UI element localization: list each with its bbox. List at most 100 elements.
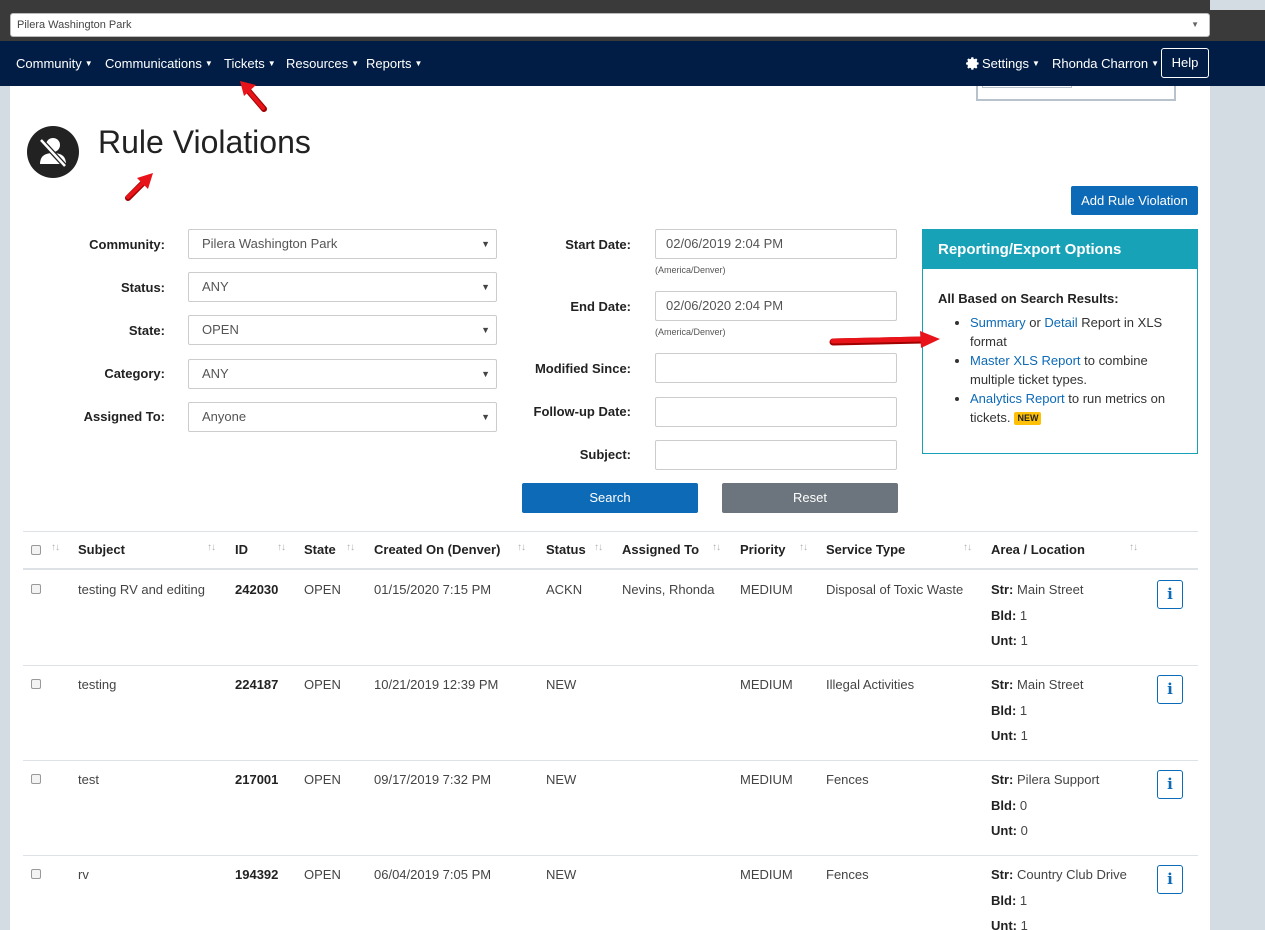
sort-icon[interactable]: ↑↓ (594, 542, 603, 553)
cell-subject[interactable]: testing (78, 677, 116, 692)
detail-report-link[interactable]: Detail (1044, 315, 1077, 330)
cell-street: Str: Pilera Support (991, 772, 1100, 787)
cell-status: NEW (546, 772, 577, 787)
sort-icon[interactable]: ↑↓ (51, 542, 60, 553)
cell-priority: MEDIUM (740, 677, 793, 692)
community-filter-select[interactable]: Pilera Washington Park ▼ (188, 229, 497, 259)
col-status-header[interactable]: Status (546, 542, 586, 557)
header-separator (23, 568, 1198, 570)
nav-reports[interactable]: Reports ▼ (366, 56, 422, 71)
reporting-panel-title: Reporting/Export Options (923, 230, 1197, 269)
cell-street: Str: Main Street (991, 677, 1084, 692)
followup-date-input[interactable] (655, 397, 897, 427)
reporting-panel-subtitle: All Based on Search Results: (938, 291, 1119, 306)
chevron-down-icon: ▼ (1191, 20, 1199, 29)
end-date-input[interactable]: 02/06/2020 2:04 PM (655, 291, 897, 321)
reset-button[interactable]: Reset (722, 483, 898, 513)
subject-filter-input[interactable] (655, 440, 897, 470)
cell-building: Bld: 1 (991, 608, 1028, 623)
sort-icon[interactable]: ↑↓ (207, 542, 216, 553)
info-button[interactable]: i (1157, 580, 1183, 609)
subject-filter-label: Subject: (579, 447, 631, 462)
nav-tickets[interactable]: Tickets ▼ (224, 56, 276, 71)
modified-since-label: Modified Since: (534, 361, 631, 376)
sort-icon[interactable]: ↑↓ (1129, 542, 1138, 553)
page-title: Rule Violations (98, 124, 311, 160)
sort-icon[interactable]: ↑↓ (277, 542, 286, 553)
end-date-timezone: (America/Denver) (655, 327, 726, 337)
col-service-header[interactable]: Service Type (826, 542, 905, 557)
cell-priority: MEDIUM (740, 582, 793, 597)
nav-user-menu[interactable]: Rhonda Charron ▼ (1052, 56, 1159, 71)
caret-down-icon: ▼ (1031, 59, 1040, 68)
info-button[interactable]: i (1157, 770, 1183, 799)
cell-subject[interactable]: rv (78, 867, 89, 882)
col-assigned-header[interactable]: Assigned To (622, 542, 699, 557)
nav-communications[interactable]: Communications ▼ (105, 56, 213, 71)
partial-widget-outline (976, 86, 1176, 101)
sort-icon[interactable]: ↑↓ (799, 542, 808, 553)
followup-date-label: Follow-up Date: (533, 404, 632, 419)
col-created-header[interactable]: Created On (Denver) (374, 542, 500, 557)
sort-icon[interactable]: ↑↓ (346, 542, 355, 553)
master-xls-report-link[interactable]: Master XLS Report (970, 353, 1081, 368)
cell-building: Bld: 0 (991, 798, 1028, 813)
cell-state: OPEN (304, 677, 341, 692)
caret-down-icon: ▼ (1151, 59, 1160, 68)
col-subject-header[interactable]: Subject (78, 542, 125, 557)
row-checkbox[interactable] (31, 679, 41, 689)
annotation-arrow-icon (125, 173, 153, 201)
assigned-filter-select[interactable]: Anyone ▼ (188, 402, 497, 432)
sort-icon[interactable]: ↑↓ (963, 542, 972, 553)
row-checkbox[interactable] (31, 869, 41, 879)
row-checkbox[interactable] (31, 774, 41, 784)
cell-created: 01/15/2020 7:15 PM (374, 582, 492, 597)
summary-report-link[interactable]: Summary (970, 315, 1026, 330)
start-date-input[interactable]: 02/06/2019 2:04 PM (655, 229, 897, 259)
select-all-checkbox[interactable] (31, 545, 41, 555)
modified-since-input[interactable] (655, 353, 897, 383)
cell-service: Fences (826, 867, 869, 882)
rule-violation-icon (27, 126, 79, 178)
state-filter-select[interactable]: OPEN ▼ (188, 315, 497, 345)
row-separator (23, 665, 1198, 666)
info-button[interactable]: i (1157, 675, 1183, 704)
caret-down-icon: ▼ (204, 59, 213, 68)
caret-down-icon: ▼ (267, 59, 276, 68)
analytics-report-link[interactable]: Analytics Report (970, 391, 1065, 406)
nav-community[interactable]: Community ▼ (16, 56, 93, 71)
info-button[interactable]: i (1157, 865, 1183, 894)
col-state-header[interactable]: State (304, 542, 336, 557)
report-option-summary-detail: Summary or Detail Report in XLS format (970, 313, 1187, 351)
chevron-down-icon: ▼ (481, 325, 490, 335)
col-area-header[interactable]: Area / Location (991, 542, 1085, 557)
category-filter-select[interactable]: ANY ▼ (188, 359, 497, 389)
row-checkbox[interactable] (31, 584, 41, 594)
table-top-border (23, 531, 1198, 532)
cell-status: ACKN (546, 582, 583, 597)
nav-resources[interactable]: Resources ▼ (286, 56, 359, 71)
col-priority-header[interactable]: Priority (740, 542, 786, 557)
add-rule-violation-button[interactable]: Add Rule Violation (1071, 186, 1198, 215)
cell-created: 09/17/2019 7:32 PM (374, 772, 492, 787)
main-content: Rule Violations Add Rule Violation Commu… (10, 86, 1210, 930)
cell-subject[interactable]: testing RV and editing (78, 582, 205, 597)
end-date-label: End Date: (570, 299, 631, 314)
cell-priority: MEDIUM (740, 772, 793, 787)
cell-status: NEW (546, 677, 577, 692)
nav-settings[interactable]: Settings ▼ (966, 56, 1040, 71)
status-filter-select[interactable]: ANY ▼ (188, 272, 497, 302)
cell-state: OPEN (304, 772, 341, 787)
col-id-header[interactable]: ID (235, 542, 248, 557)
cell-subject[interactable]: test (78, 772, 99, 787)
cell-building: Bld: 1 (991, 703, 1028, 718)
search-button[interactable]: Search (522, 483, 698, 513)
help-button[interactable]: Help (1161, 48, 1209, 78)
state-filter-label: State: (128, 323, 165, 338)
main-navbar: Community ▼ Communications ▼ Tickets ▼ Reso… (0, 41, 1265, 86)
community-switcher[interactable]: Pilera Washington Park ▼ (10, 13, 1210, 37)
cell-assigned: Nevins, Rhonda (622, 582, 715, 597)
sort-icon[interactable]: ↑↓ (517, 542, 526, 553)
assigned-filter-label: Assigned To: (83, 409, 165, 424)
sort-icon[interactable]: ↑↓ (712, 542, 721, 553)
